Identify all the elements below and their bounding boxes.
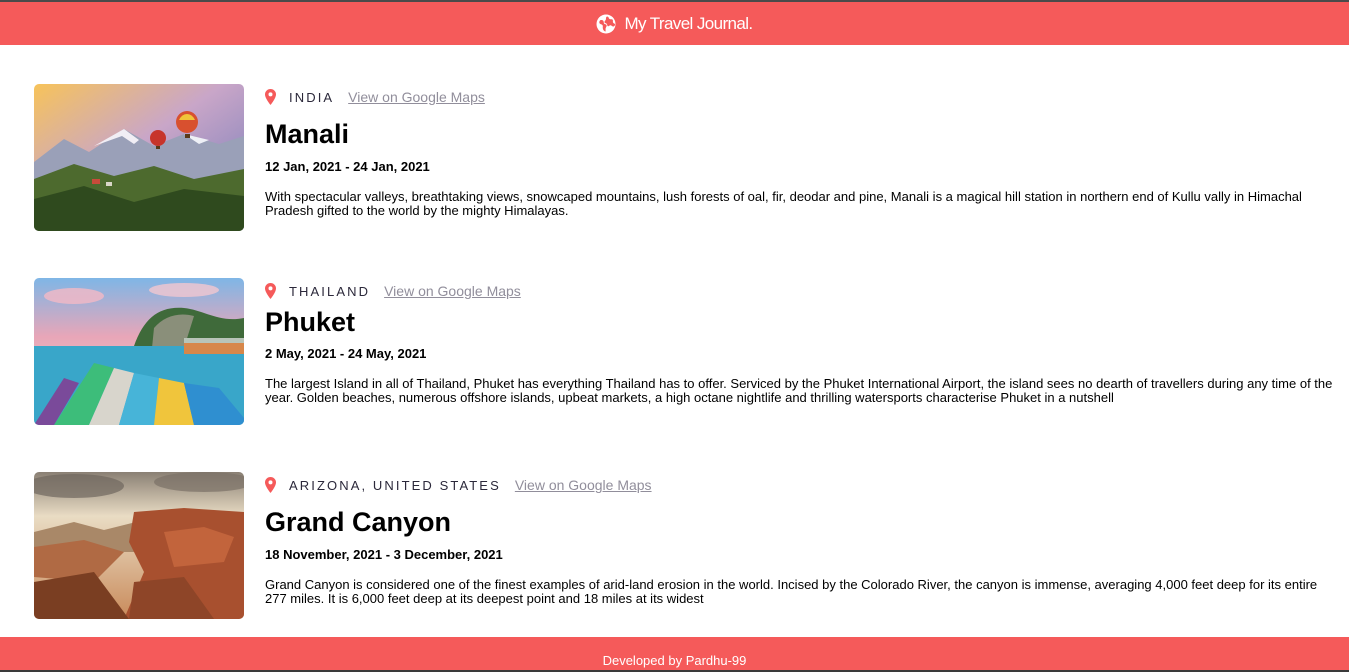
app-header: My Travel Journal. bbox=[0, 2, 1349, 45]
app-title: My Travel Journal. bbox=[624, 13, 753, 33]
entry-country: ARIZONA, UNITED STATES bbox=[289, 477, 501, 493]
location-row: ARIZONA, UNITED STATES View on Google Ma… bbox=[265, 476, 652, 494]
entry-photo bbox=[34, 278, 244, 425]
app-footer: Developed by Pardhu-99 bbox=[0, 637, 1349, 672]
entry-dates: 18 November, 2021 - 3 December, 2021 bbox=[265, 547, 503, 562]
entry-photo bbox=[34, 84, 244, 231]
location-row: INDIA View on Google Maps bbox=[265, 88, 485, 106]
journal-entry: INDIA View on Google Maps Manali 12 Jan,… bbox=[34, 84, 1336, 232]
location-pin-icon bbox=[265, 477, 276, 493]
entry-title: Phuket bbox=[265, 307, 356, 337]
journal-entry: ARIZONA, UNITED STATES View on Google Ma… bbox=[34, 472, 1336, 620]
entry-country: INDIA bbox=[289, 89, 335, 105]
google-maps-link[interactable]: View on Google Maps bbox=[515, 477, 652, 493]
journal-entry: THAILAND View on Google Maps Phuket 2 Ma… bbox=[34, 278, 1336, 426]
entry-country: THAILAND bbox=[289, 283, 371, 299]
location-pin-icon bbox=[265, 89, 276, 105]
location-pin-icon bbox=[265, 283, 276, 299]
entry-dates: 12 Jan, 2021 - 24 Jan, 2021 bbox=[265, 159, 430, 174]
entry-description: The largest Island in all of Thailand, P… bbox=[265, 376, 1333, 405]
google-maps-link[interactable]: View on Google Maps bbox=[384, 283, 521, 299]
google-maps-link[interactable]: View on Google Maps bbox=[348, 89, 485, 105]
entry-title: Grand Canyon bbox=[265, 507, 452, 537]
entry-title: Manali bbox=[265, 119, 350, 149]
globe-icon bbox=[596, 14, 616, 33]
entry-dates: 2 May, 2021 - 24 May, 2021 bbox=[265, 346, 427, 361]
location-row: THAILAND View on Google Maps bbox=[265, 282, 521, 300]
footer-credit: Developed by Pardhu-99 bbox=[602, 653, 747, 668]
entry-photo bbox=[34, 472, 244, 619]
entry-description: Grand Canyon is considered one of the fi… bbox=[265, 577, 1318, 606]
entry-description: With spectacular valleys, breathtaking v… bbox=[265, 189, 1302, 218]
